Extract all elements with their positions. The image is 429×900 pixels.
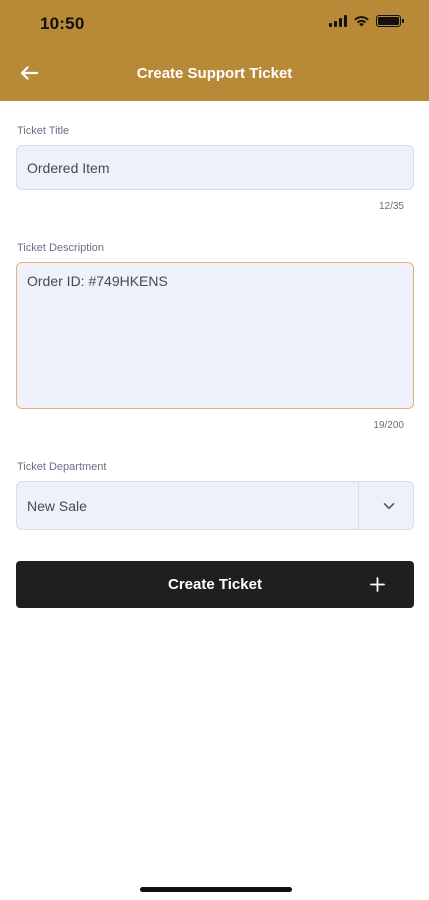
ticket-description-textarea[interactable]: Order ID: #749HKENS: [16, 262, 414, 409]
ticket-department-value: New Sale: [27, 498, 87, 514]
ticket-title-label: Ticket Title: [17, 125, 70, 137]
plus-icon: [370, 577, 385, 592]
ticket-description-counter: 19/200: [373, 420, 404, 431]
ticket-description-label: Ticket Description: [17, 242, 105, 254]
nav-bar: Create Support Ticket: [0, 46, 429, 101]
wifi-icon: [354, 16, 369, 27]
ticket-description-value: Order ID: #749HKENS: [27, 273, 168, 289]
status-bar: 10:50: [0, 0, 429, 46]
create-ticket-button[interactable]: Create Ticket: [16, 561, 414, 608]
page-title: Create Support Ticket: [136, 65, 293, 82]
battery-icon: [376, 15, 404, 27]
ticket-title-value: Ordered Item: [27, 160, 110, 176]
cellular-signal-icon: [329, 15, 347, 27]
chevron-down-icon[interactable]: [382, 499, 396, 513]
ticket-title-input[interactable]: Ordered Item: [16, 145, 414, 190]
ticket-title-counter: 12/35: [378, 201, 404, 212]
create-ticket-label: Create Ticket: [168, 576, 262, 593]
ticket-department-label: Ticket Department: [17, 461, 107, 473]
status-icons: [329, 15, 404, 27]
select-divider: [358, 482, 359, 529]
app-header: 10:50 Create Support Ticket: [0, 0, 429, 101]
ticket-department-select[interactable]: New Sale: [16, 481, 414, 530]
home-indicator[interactable]: [140, 887, 292, 892]
status-time: 10:50: [40, 14, 85, 33]
